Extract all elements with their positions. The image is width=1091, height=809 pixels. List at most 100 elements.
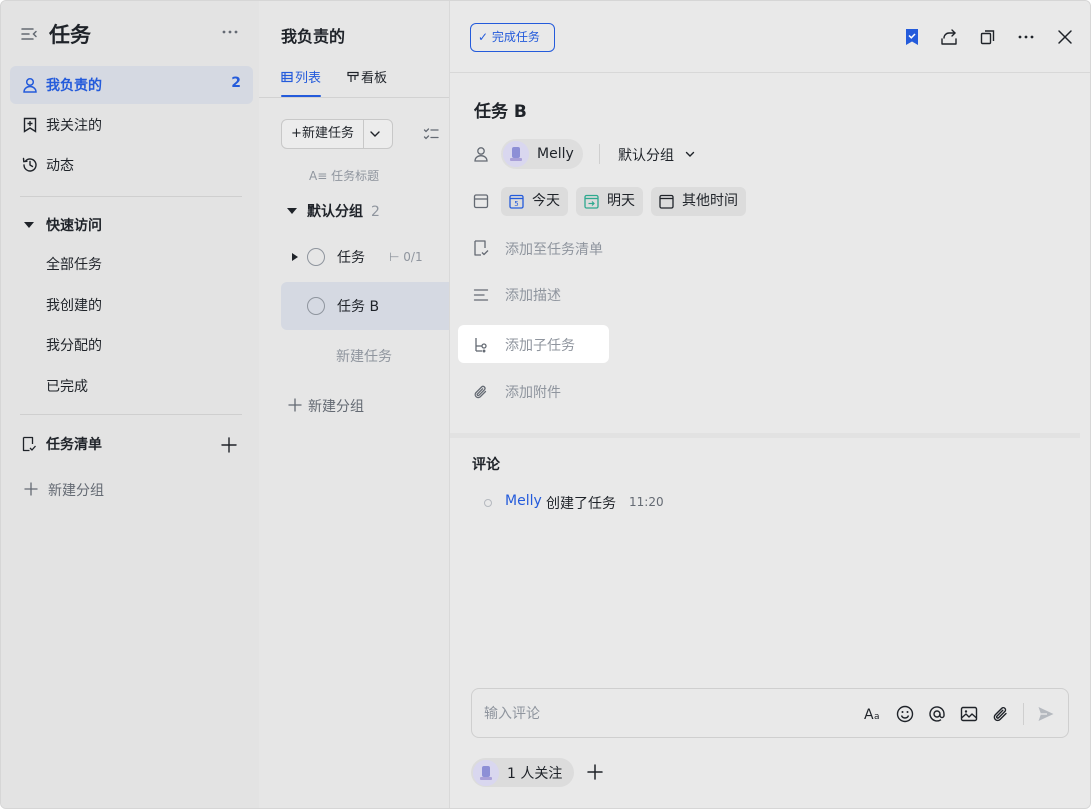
due-tomorrow-label: 明天 [607,193,635,209]
bookmark-plus-icon [21,116,39,134]
section-separator [450,433,1080,438]
paperclip-icon [472,383,490,401]
calendar-tomorrow-icon [584,194,599,209]
check-icon: ✓ [478,30,492,44]
add-attachment-button[interactable]: 添加附件 [505,382,561,402]
filter-icon[interactable] [423,126,439,142]
close-icon[interactable] [1055,27,1075,47]
send-icon[interactable] [1036,704,1056,724]
avatar [473,759,499,786]
comments-title: 评论 [472,457,500,473]
subtask-icon [472,336,490,354]
subtask-count: 0/1 [403,250,423,264]
new-task-inline-input[interactable]: 新建任务 [336,346,392,366]
person-icon [21,76,39,94]
image-icon[interactable] [959,704,979,724]
quick-access-item-completed[interactable]: 已完成 [46,376,88,396]
quick-access-section[interactable]: 快速访问 [10,206,253,244]
task-count-badge: 2 [231,75,241,91]
add-to-task-list-button[interactable]: 添加至任务清单 [505,239,603,259]
svg-text:A: A [864,707,874,723]
add-description-button[interactable]: 添加描述 [505,285,561,305]
sidebar-item-following[interactable]: 我关注的 [10,106,253,144]
caret-down-icon [22,218,36,232]
sidebar-new-group-button[interactable]: 新建分组 [48,480,104,500]
task-app-window: 任务 我负责的 2 我关注的 动态 快速访问 全部任务 我创建的 我分配的 已完… [0,0,1091,809]
divider [20,196,242,197]
new-task-label: 新建任务 [301,126,354,141]
task-complete-checkbox[interactable] [307,297,325,315]
more-options-icon[interactable] [219,21,241,43]
divider [599,144,600,164]
text-format-icon[interactable]: Aa [863,704,883,724]
task-complete-checkbox[interactable] [307,248,325,266]
activity-action: 创建了任务 [546,496,616,512]
svg-text:5: 5 [514,200,518,208]
assignee-name: Melly [537,146,574,162]
plus-icon [23,481,39,497]
due-today-button[interactable]: 5 今天 [501,187,568,216]
column-header-task-title: A≡ 任务标题 [309,167,379,184]
tab-label: 看板 [361,71,388,86]
task-row-selected[interactable]: 任务 B [281,282,449,330]
assignee-chip[interactable]: Melly [501,139,583,169]
section-label: 快速访问 [46,218,102,234]
group-count: 2 [371,204,380,220]
list-title: 我负责的 [281,27,346,46]
column-header-label: 任务标题 [331,169,380,183]
bookmark-icon[interactable] [902,27,922,47]
group-name: 默认分组 [307,204,363,220]
due-tomorrow-button[interactable]: 明天 [576,187,643,216]
caret-down-icon [287,206,297,216]
sidebar-item-assigned-to-me[interactable]: 我负责的 2 [10,66,253,104]
section-label: 任务清单 [46,437,102,453]
group-header-default[interactable]: 默认分组 2 [287,201,380,221]
quick-access-item-assigned-by-me[interactable]: 我分配的 [46,335,102,355]
new-task-dropdown-icon[interactable] [366,126,384,142]
add-task-list-icon[interactable] [219,435,239,455]
complete-task-button[interactable]: ✓ 完成任务 [470,23,555,52]
plus-icon [288,398,302,412]
group-selector[interactable]: 默认分组 [618,145,696,165]
new-task-button[interactable]: +新建任务 [282,120,364,148]
task-list-icon [472,239,490,257]
followers-count-label: 1 人关注 [507,766,563,782]
sidebar-item-activity[interactable]: 动态 [10,146,253,184]
divider [20,414,242,415]
quick-access-item-all-tasks[interactable]: 全部任务 [46,254,102,274]
plus-icon: + [291,126,302,141]
comment-composer: Aa [471,688,1069,738]
expand-caret-icon[interactable] [291,252,299,262]
task-row[interactable]: 任务 ⊢ 0/1 [281,233,449,281]
avatar [503,141,529,167]
due-other-time-button[interactable]: 其他时间 [651,187,746,216]
calendar-today-icon: 5 [509,194,524,209]
tab-kanban[interactable]: 看板 [347,67,387,97]
new-group-button[interactable]: 新建分组 [308,396,364,416]
description-icon [472,286,490,304]
task-lists-section[interactable]: 任务清单 [10,425,253,463]
followers-chip[interactable]: 1 人关注 [471,758,574,787]
share-icon[interactable] [939,27,959,47]
complete-task-label: 完成任务 [491,30,540,44]
task-name: 任务 B [337,299,380,315]
add-follower-icon[interactable] [586,763,604,781]
task-title[interactable]: 任务 B [474,97,527,122]
due-today-label: 今天 [532,193,560,209]
tab-list[interactable]: 列表 [281,67,322,97]
activity-actor[interactable]: Melly [505,493,542,509]
add-subtask-button[interactable]: 添加子任务 [505,335,575,355]
quick-access-item-created-by-me[interactable]: 我创建的 [46,295,102,315]
comment-input[interactable] [484,703,844,725]
emoji-icon[interactable] [895,704,915,724]
more-options-icon[interactable] [1016,27,1036,47]
mention-icon[interactable] [927,704,947,724]
svg-text:a: a [874,712,880,722]
attachment-icon[interactable] [991,704,1011,724]
divider [1023,703,1024,725]
group-selector-label: 默认分组 [618,148,674,164]
due-other-time-label: 其他时间 [682,193,738,209]
copy-link-icon[interactable] [978,27,998,47]
tab-label: 列表 [295,71,322,86]
collapse-sidebar-icon[interactable] [20,25,38,43]
